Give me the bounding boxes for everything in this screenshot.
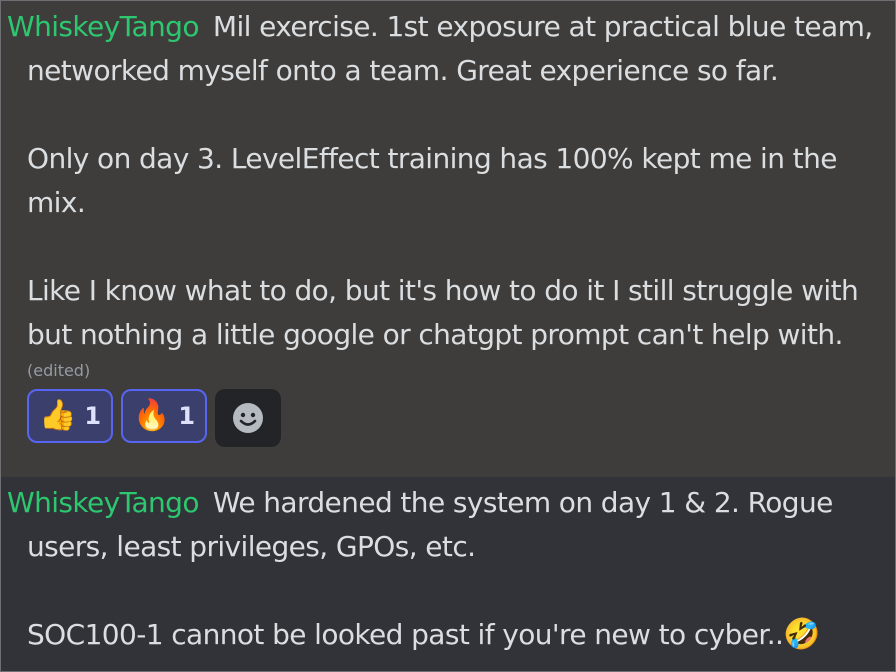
reaction-count: 1	[178, 402, 196, 430]
reaction-fire[interactable]: 🔥 1	[121, 389, 208, 443]
rolling-on-floor-laughing-icon: 🤣	[783, 617, 821, 652]
add-reaction-button[interactable]	[215, 389, 282, 447]
message-text: SOC100-1 cannot be looked past if you're…	[27, 618, 784, 651]
chat-window: WhiskeyTango Mil exercise. 1st exposure a…	[0, 0, 896, 672]
message-1[interactable]: WhiskeyTango Mil exercise. 1st exposure a…	[1, 1, 895, 477]
paragraph-break	[7, 569, 895, 613]
message-text: mix.	[27, 186, 86, 219]
author-name[interactable]: WhiskeyTango	[7, 10, 199, 43]
message-first-line: WhiskeyTango We hardened the system on da…	[7, 481, 895, 525]
message-text: We hardened the system on day 1 & 2. Rog…	[212, 486, 833, 519]
message-text: networked myself onto a team. Great expe…	[27, 54, 779, 87]
paragraph-break	[7, 93, 895, 137]
thumbs-up-icon: 👍	[39, 398, 77, 433]
message-text: users, least privileges, GPOs, etc.	[27, 530, 476, 563]
message-text: Like I know what to do, but it's how to …	[27, 274, 859, 307]
message-text: Only on day 3. LevelEffect training has …	[27, 142, 837, 175]
message-first-line: WhiskeyTango Mil exercise. 1st exposure a…	[7, 5, 895, 49]
fire-icon: 🔥	[133, 398, 171, 433]
reaction-thumbs-up[interactable]: 👍 1	[27, 389, 114, 443]
author-name[interactable]: WhiskeyTango	[7, 486, 199, 519]
reaction-count: 1	[84, 402, 102, 430]
reactions-bar: 👍 1 🔥 1	[27, 389, 895, 447]
message-last-line: SOC100-1 cannot be looked past if you're…	[7, 613, 895, 657]
message-2[interactable]: WhiskeyTango We hardened the system on da…	[1, 477, 895, 671]
message-text: Mil exercise. 1st exposure at practical …	[212, 10, 873, 43]
edited-label: (edited)	[27, 361, 91, 380]
smiley-add-reaction-icon	[233, 403, 264, 433]
message-text: but nothing a little google or chatgpt p…	[27, 318, 843, 351]
paragraph-break	[7, 225, 895, 269]
